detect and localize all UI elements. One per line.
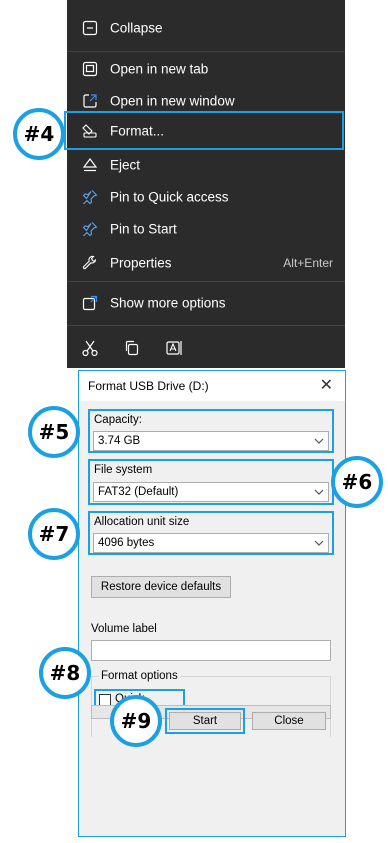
pin-icon [82,190,98,205]
dialog-title: Format USB Drive (D:) [88,379,209,393]
format-options-label: Format options [99,670,180,682]
allocation-select[interactable]: 4096 bytes [93,533,329,553]
menu-separator [67,281,345,282]
start-button[interactable]: Start [169,712,241,730]
dialog-footer: Start Close [78,705,346,837]
step-badge-9: #9 [110,695,162,747]
menu-item-label: Eject [110,157,141,173]
dialog-title-bar: Format USB Drive (D:) ✕ [79,371,345,401]
filesystem-label: File system [94,464,153,476]
collapse-icon [82,20,98,36]
capacity-value: 3.74 GB [98,435,141,447]
menu-item-label: Properties [110,255,172,271]
menu-item-eject[interactable]: Eject [67,149,345,181]
menu-quick-actions [67,330,345,366]
menu-item-label: Pin to Quick access [110,189,229,205]
menu-separator [67,51,345,52]
menu-item-label: Open in new window [110,93,235,109]
copy-icon[interactable] [123,339,141,357]
context-menu: Collapse Open in new tab Open in new win… [67,0,345,368]
menu-item-pin-quick-access[interactable]: Pin to Quick access [67,181,345,213]
shortcut-label: Alt+Enter [283,256,333,270]
capacity-select[interactable]: 3.74 GB [93,431,329,451]
more-options-icon [82,295,98,311]
allocation-label: Allocation unit size [94,516,190,528]
menu-separator [67,325,345,326]
step-badge-6: #6 [331,456,383,508]
close-button[interactable]: Close [252,712,326,730]
menu-item-label: Pin to Start [110,221,177,237]
restore-defaults-button[interactable]: Restore device defaults [91,576,231,598]
menu-item-pin-start[interactable]: Pin to Start [67,213,345,245]
chevron-down-icon [314,438,324,444]
format-dialog: Format USB Drive (D:) ✕ Capacity: 3.74 G… [78,370,346,738]
chevron-down-icon [314,540,324,546]
new-tab-icon [82,61,98,77]
step-badge-4: #4 [13,108,65,160]
menu-item-show-more-options[interactable]: Show more options [67,287,345,319]
filesystem-select[interactable]: FAT32 (Default) [93,482,329,502]
eject-icon [82,158,98,172]
filesystem-value: FAT32 (Default) [98,486,179,498]
new-window-icon [83,94,97,108]
allocation-group: Allocation unit size 4096 bytes [88,511,334,555]
capacity-label: Capacity: [94,414,142,426]
menu-item-label: Show more options [110,295,226,311]
volume-label-input[interactable] [91,640,331,661]
allocation-value: 4096 bytes [98,537,155,549]
menu-item-label: Collapse [110,20,163,36]
format-highlight-box [64,111,344,150]
pin-icon [82,222,98,237]
step-badge-8: #8 [39,647,91,699]
menu-item-label: Open in new tab [110,61,209,77]
rename-icon[interactable] [165,339,183,357]
menu-item-collapse[interactable]: Collapse [67,12,345,44]
capacity-group: Capacity: 3.74 GB [88,409,334,453]
close-icon[interactable]: ✕ [320,375,333,395]
wrench-icon [82,255,97,270]
step-badge-5: #5 [28,406,80,458]
filesystem-group: File system FAT32 (Default) [88,459,334,505]
menu-item-properties[interactable]: Properties Alt+Enter [67,247,345,279]
chevron-down-icon [314,489,324,495]
cut-icon[interactable] [81,339,99,357]
menu-item-open-new-tab[interactable]: Open in new tab [67,53,345,85]
volume-label: Volume label [91,623,157,635]
step-badge-7: #7 [28,508,80,560]
